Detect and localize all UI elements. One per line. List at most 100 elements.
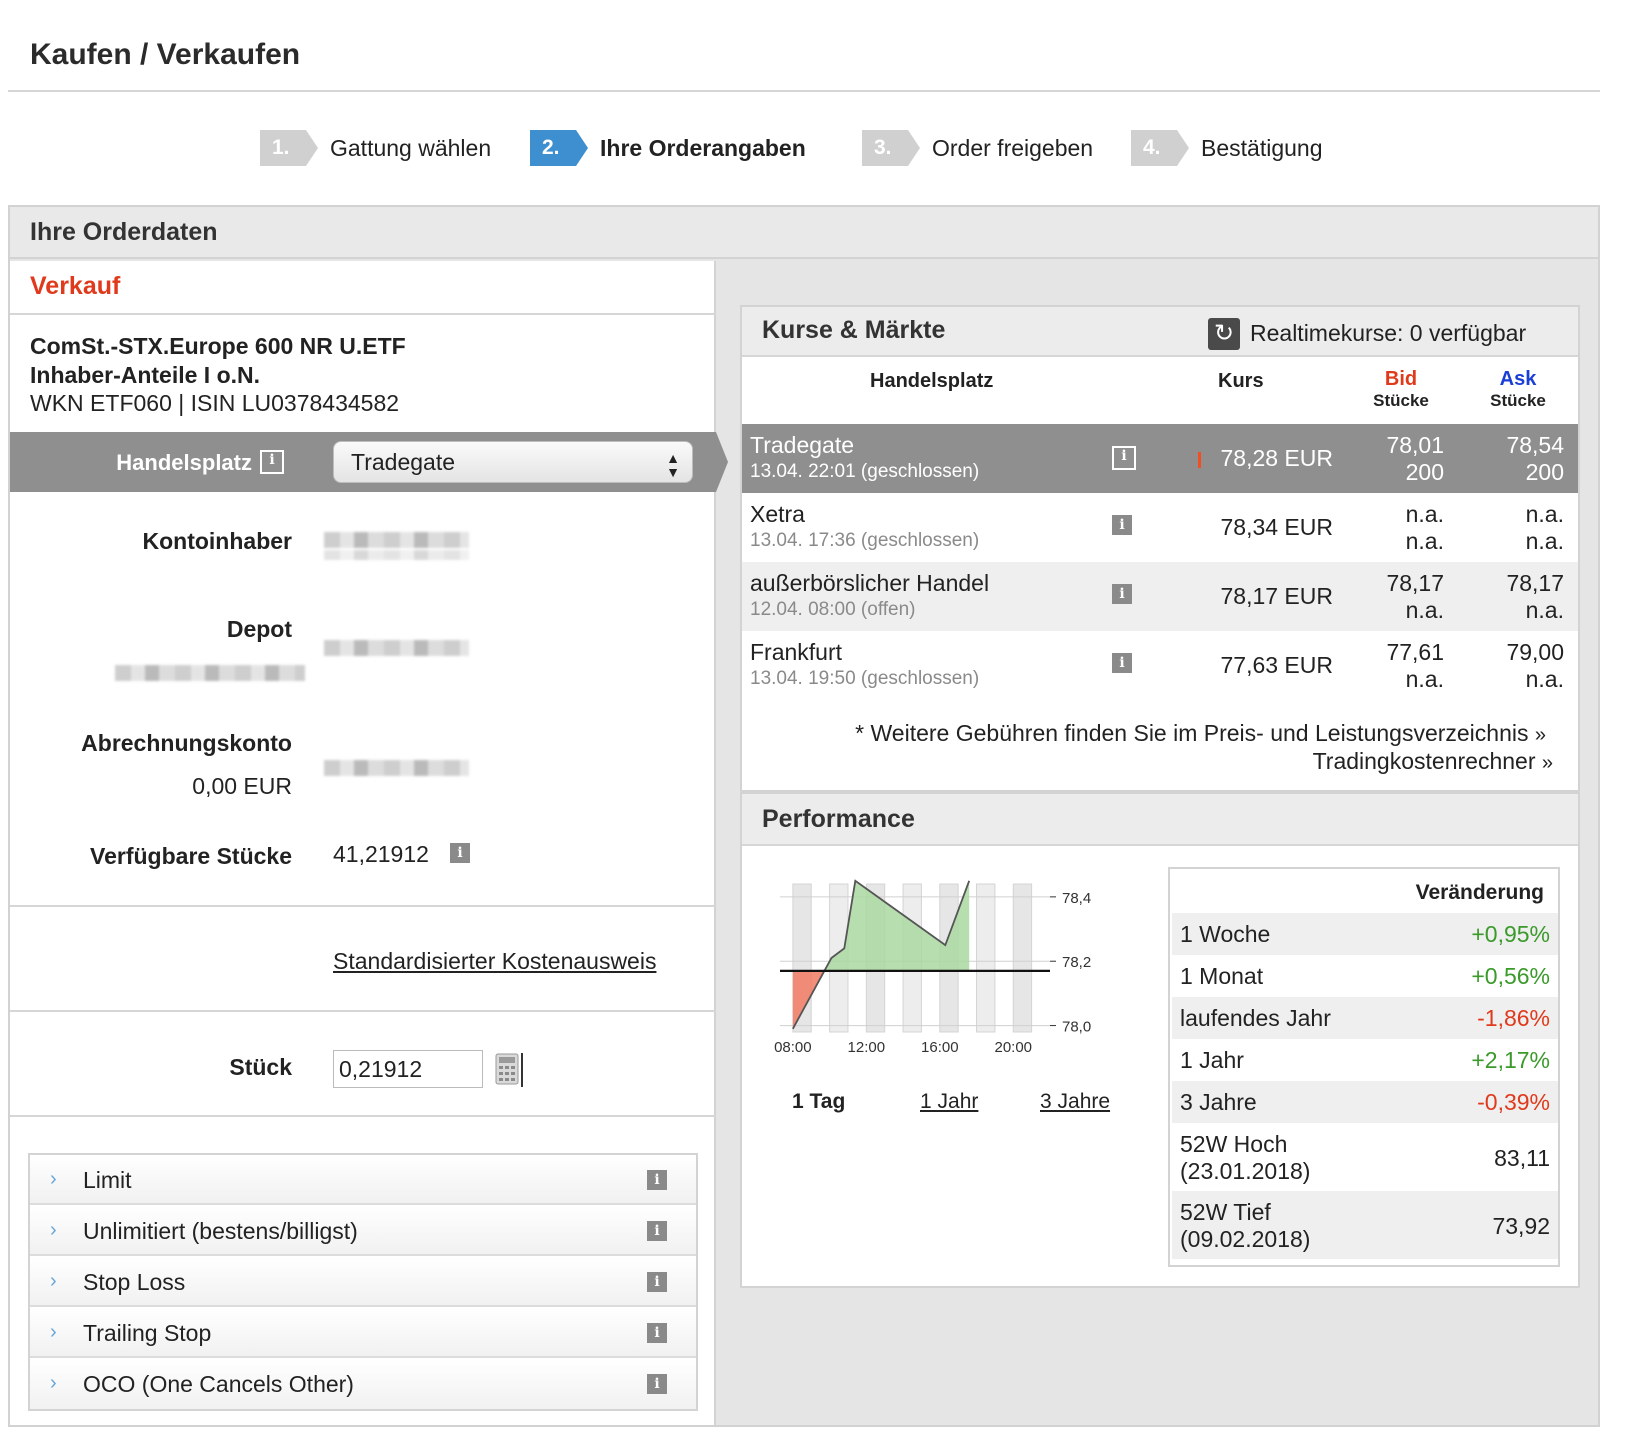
ordertype-oco[interactable]: › OCO (One Cancels Other) i bbox=[30, 1359, 696, 1409]
market-time: 13.04. 22:01 (geschlossen) bbox=[750, 461, 980, 482]
chart-band bbox=[1012, 883, 1033, 1033]
info-icon[interactable]: i bbox=[1112, 446, 1136, 470]
verfuegbare-stuecke-label: Verfügbare Stücke bbox=[90, 843, 292, 869]
market-row-ausserboerslich[interactable]: außerbörslicher Handel 12.04. 08:00 (off… bbox=[742, 562, 1578, 631]
chart-y-tick: 78,4 bbox=[1062, 890, 1091, 907]
market-name: außerbörslicher Handel bbox=[750, 570, 990, 596]
verfuegbare-stuecke-value: 41,21912 bbox=[333, 841, 429, 867]
chevron-right-icon: › bbox=[50, 1372, 57, 1394]
market-row-frankfurt[interactable]: Frankfurt 13.04. 19:50 (geschlossen) i 7… bbox=[742, 631, 1578, 700]
depot-redacted-2 bbox=[115, 665, 305, 681]
security-identifiers: WKN ETF060 | ISIN LU0378434582 bbox=[30, 390, 400, 416]
page-title: Kaufen / Verkaufen bbox=[30, 38, 301, 71]
stueck-label: Stück bbox=[229, 1054, 292, 1080]
stueck-input[interactable]: 0,21912 bbox=[333, 1050, 483, 1088]
ordertype-label: Trailing Stop bbox=[83, 1320, 212, 1346]
performance-title: Performance bbox=[762, 805, 915, 833]
ordertype-list: › Limit i › Unlimitiert (bestens/billigs… bbox=[28, 1153, 698, 1411]
step-1-number: 1. bbox=[260, 130, 318, 166]
period-tab-1-tag[interactable]: 1 Tag bbox=[792, 1090, 845, 1114]
market-name: Xetra bbox=[750, 501, 805, 527]
ordertype-unlimitiert[interactable]: › Unlimitiert (bestens/billigst) i bbox=[30, 1206, 696, 1256]
step-1: 1. Gattung wählen bbox=[260, 128, 491, 168]
kostenausweis-link[interactable]: Standardisierter Kostenausweis bbox=[333, 948, 656, 975]
chevron-right-icon: › bbox=[50, 1270, 57, 1292]
market-row-tradegate[interactable]: Tradegate 13.04. 22:01 (geschlossen) i 7… bbox=[742, 424, 1578, 493]
period-tab-1-jahr[interactable]: 1 Jahr bbox=[920, 1090, 978, 1114]
performance-change-table: Veränderung 1 Woche +0,95% 1 Monat +0,56… bbox=[1168, 867, 1560, 1267]
refresh-icon[interactable]: ↻ bbox=[1208, 318, 1240, 350]
price-tick-indicator bbox=[1198, 452, 1201, 468]
market-name: Tradegate bbox=[750, 432, 854, 458]
market-ask: 78,54 200 bbox=[1506, 432, 1564, 485]
handelsplatz-info-icon[interactable]: i bbox=[260, 450, 284, 474]
period-tab-3-jahre[interactable]: 3 Jahre bbox=[1040, 1090, 1110, 1114]
double-chevron-icon: » bbox=[1541, 752, 1553, 774]
chart-y-tick: 78,0 bbox=[1062, 1019, 1091, 1036]
market-ask: 78,17 n.a. bbox=[1506, 570, 1564, 623]
double-chevron-icon: » bbox=[1534, 724, 1546, 746]
ordertype-stop-loss[interactable]: › Stop Loss i bbox=[30, 1257, 696, 1307]
market-bid: 78,01 200 bbox=[1386, 432, 1444, 485]
chevron-right-icon: › bbox=[50, 1219, 57, 1241]
ordertype-limit[interactable]: › Limit i bbox=[30, 1155, 696, 1205]
order-side-label: Verkauf bbox=[30, 272, 121, 300]
calculator-icon[interactable] bbox=[495, 1053, 525, 1087]
ordertype-label: Unlimitiert (bestens/billigst) bbox=[83, 1218, 358, 1244]
security-name: ComSt.-STX.Europe 600 NR U.ETF Inhaber-A… bbox=[30, 332, 406, 390]
market-row-xetra[interactable]: Xetra 13.04. 17:36 (geschlossen) i 78,34… bbox=[742, 493, 1578, 562]
handelsplatz-select-value: Tradegate bbox=[351, 449, 455, 475]
change-row: 1 Monat +0,56% bbox=[1180, 963, 1550, 989]
info-icon[interactable]: i bbox=[1112, 515, 1132, 535]
info-icon[interactable]: i bbox=[647, 1272, 667, 1292]
handelsplatz-select[interactable]: Tradegate ▲ ▼ bbox=[333, 441, 693, 483]
change-row: 52W Hoch (23.01.2018) 83,11 bbox=[1180, 1131, 1550, 1184]
trading-cost-calculator-link[interactable]: Tradingkostenrechner » bbox=[1313, 748, 1553, 775]
chart-band bbox=[976, 883, 996, 1033]
kontoinhaber-label: Kontoinhaber bbox=[142, 528, 293, 554]
divider bbox=[10, 313, 716, 315]
info-icon[interactable]: i bbox=[1112, 653, 1132, 673]
market-name: Frankfurt bbox=[750, 639, 843, 665]
step-2-label: Ihre Orderangaben bbox=[600, 134, 806, 161]
depot-redacted bbox=[324, 640, 469, 656]
chevron-right-icon: › bbox=[50, 1321, 57, 1343]
info-icon[interactable]: i bbox=[647, 1221, 667, 1241]
market-kurs: 78,34 EUR bbox=[1220, 514, 1333, 540]
kontoinhaber-redacted-2 bbox=[324, 550, 469, 560]
change-row: 3 Jahre -0,39% bbox=[1172, 1081, 1558, 1123]
step-4: 4. Bestätigung bbox=[1131, 128, 1322, 168]
market-time: 13.04. 19:50 (geschlossen) bbox=[750, 668, 980, 689]
market-bid: n.a. n.a. bbox=[1405, 501, 1444, 554]
security-name-line1: ComSt.-STX.Europe 600 NR U.ETF bbox=[30, 333, 406, 359]
markets-title: Kurse & Märkte bbox=[762, 316, 946, 344]
info-icon[interactable]: i bbox=[1112, 584, 1132, 604]
ordertype-trailing-stop[interactable]: › Trailing Stop i bbox=[30, 1308, 696, 1358]
title-divider bbox=[8, 90, 1600, 92]
select-updown-icon: ▲ ▼ bbox=[666, 450, 680, 480]
step-4-label: Bestätigung bbox=[1201, 134, 1323, 161]
info-icon[interactable]: i bbox=[647, 1374, 667, 1394]
fee-note-link[interactable]: * Weitere Gebühren finden Sie im Preis- … bbox=[855, 720, 1546, 747]
col-ask: Ask Stücke bbox=[1483, 368, 1553, 411]
verfuegbare-info-icon[interactable]: i bbox=[450, 843, 470, 863]
handelsplatz-label: Handelsplatz bbox=[116, 450, 252, 475]
col-ask-label: Ask bbox=[1499, 368, 1537, 390]
info-icon[interactable]: i bbox=[647, 1170, 667, 1190]
step-4-number: 4. bbox=[1131, 130, 1189, 166]
abrechnungskonto-label: Abrechnungskonto bbox=[81, 730, 292, 756]
kontoinhaber-redacted bbox=[324, 532, 469, 548]
chart-y-tick: 78,2 bbox=[1062, 954, 1091, 971]
ordertype-label: OCO (One Cancels Other) bbox=[83, 1371, 354, 1397]
handelsplatz-bar-arrow bbox=[716, 432, 728, 492]
chart-x-tick: 08:00 bbox=[774, 1039, 812, 1056]
market-kurs: 78,28 EUR bbox=[1220, 445, 1333, 471]
divider bbox=[10, 905, 716, 907]
step-3: 3. Order freigeben bbox=[862, 128, 1093, 168]
step-3-number: 3. bbox=[862, 130, 920, 166]
change-row: 1 Jahr +2,17% bbox=[1180, 1047, 1550, 1073]
change-header: Veränderung bbox=[1415, 881, 1544, 904]
info-icon[interactable]: i bbox=[647, 1323, 667, 1343]
market-time: 13.04. 17:36 (geschlossen) bbox=[750, 530, 980, 551]
col-handelsplatz: Handelsplatz bbox=[870, 370, 994, 392]
